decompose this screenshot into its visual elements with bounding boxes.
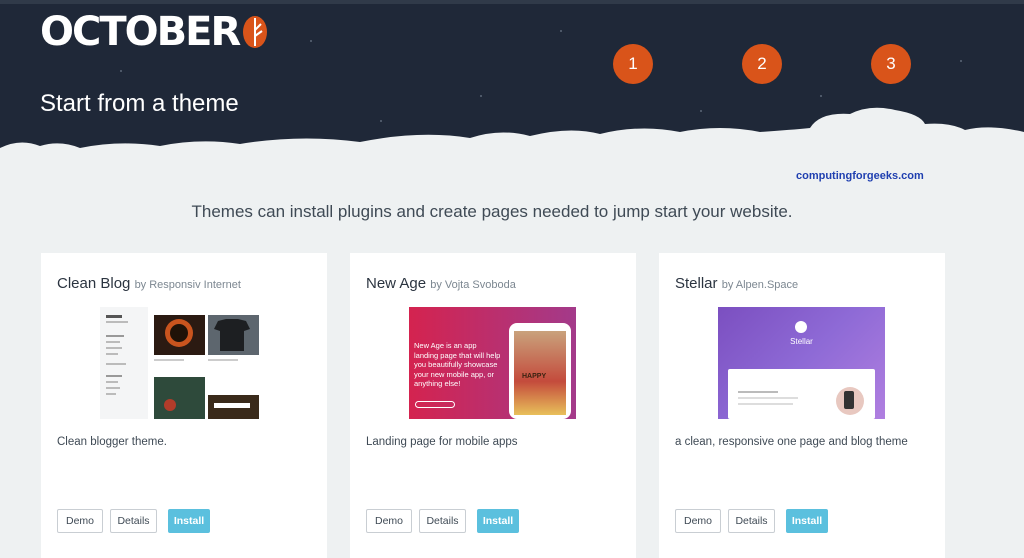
theme-name: New Age <box>366 275 427 292</box>
preview-headline: Stellar <box>790 337 813 346</box>
star-decoration <box>560 30 562 32</box>
theme-preview-image: Stellar <box>718 307 885 419</box>
theme-author: by Vojta Svoboda <box>430 279 516 291</box>
details-button[interactable]: Details <box>728 509 775 533</box>
theme-description: a clean, responsive one page and blog th… <box>675 436 908 448</box>
theme-author: by Responsiv Internet <box>134 279 241 291</box>
cloud-divider <box>0 107 1024 175</box>
install-button[interactable]: Install <box>477 509 519 533</box>
theme-name: Stellar <box>675 275 718 292</box>
star-decoration <box>960 60 962 62</box>
star-decoration <box>310 40 312 42</box>
star-decoration <box>120 70 122 72</box>
demo-button[interactable]: Demo <box>366 509 412 533</box>
theme-title: Clean Blog by Responsiv Internet <box>57 275 241 292</box>
logo-text: OCTOBER <box>40 9 241 55</box>
preview-phone: HAPPY <box>509 323 571 419</box>
theme-card-new-age: New Age by Vojta Svoboda New Age is an a… <box>350 253 636 558</box>
october-logo[interactable]: OCTOBER <box>40 12 269 52</box>
theme-card-clean-blog: Clean Blog by Responsiv Internet Clean b… <box>41 253 327 558</box>
star-decoration <box>820 95 822 97</box>
watermark-text: computingforgeeks.com <box>796 170 924 182</box>
step-2-badge: 2 <box>742 44 782 84</box>
preview-logo-icon <box>795 321 807 333</box>
demo-button[interactable]: Demo <box>675 509 721 533</box>
details-button[interactable]: Details <box>419 509 466 533</box>
theme-title: Stellar by Alpen.Space <box>675 275 798 292</box>
demo-button[interactable]: Demo <box>57 509 103 533</box>
details-button[interactable]: Details <box>110 509 157 533</box>
theme-preview-image: New Age is an app landing page that will… <box>409 307 576 419</box>
theme-card-stellar: Stellar by Alpen.Space Stellar a clean, … <box>659 253 945 558</box>
star-decoration <box>480 95 482 97</box>
theme-name: Clean Blog <box>57 275 131 292</box>
preview-headline: New Age is an app landing page that will… <box>414 341 501 388</box>
header: OCTOBER Start from a theme 1 2 3 <box>0 0 1024 175</box>
theme-title: New Age by Vojta Svoboda <box>366 275 516 292</box>
step-3-badge: 3 <box>871 44 911 84</box>
theme-preview-image <box>100 307 267 419</box>
install-button[interactable]: Install <box>168 509 210 533</box>
theme-description: Landing page for mobile apps <box>366 436 518 448</box>
theme-author: by Alpen.Space <box>721 279 799 291</box>
preview-cta <box>415 401 455 408</box>
page-subtitle: Themes can install plugins and create pa… <box>191 202 793 221</box>
theme-description: Clean blogger theme. <box>57 436 167 448</box>
preview-phone-label: HAPPY <box>522 373 547 380</box>
leaf-icon <box>243 16 268 48</box>
install-button[interactable]: Install <box>786 509 828 533</box>
top-border <box>0 0 1024 4</box>
step-1-badge: 1 <box>613 44 653 84</box>
preview-content-panel <box>728 369 875 419</box>
